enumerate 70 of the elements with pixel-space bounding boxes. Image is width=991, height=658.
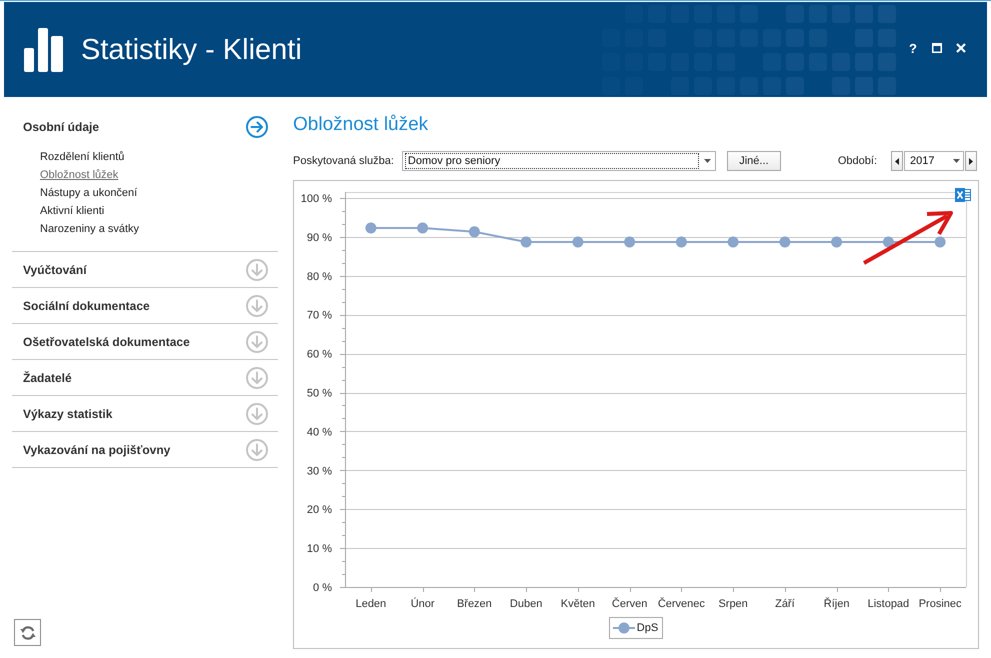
- spreadsheet-icon[interactable]: [955, 187, 971, 203]
- window-title: Statistiky - Klienti: [81, 32, 302, 68]
- y-tick-label: 30 %: [306, 465, 332, 478]
- data-point: [468, 226, 480, 238]
- x-tick-label: Srpen: [718, 598, 748, 610]
- x-tick-label: Prosinec: [918, 598, 962, 610]
- triangle-left-icon: [895, 158, 899, 164]
- x-tick-label: Duben: [510, 598, 542, 610]
- help-button[interactable]: ?: [903, 38, 923, 58]
- legend-marker-icon: [612, 622, 635, 634]
- legend-label: DpS: [636, 622, 658, 634]
- y-tick-label: 40 %: [306, 426, 332, 438]
- x-tick-label: Září: [775, 598, 795, 610]
- triangle-right-icon: [969, 158, 973, 164]
- period-label: Období:: [838, 155, 877, 167]
- data-point: [676, 236, 687, 248]
- section-title[interactable]: Osobní údaje: [23, 120, 100, 134]
- y-tick-label: 80 %: [306, 270, 332, 283]
- x-tick-label: Únor: [410, 598, 435, 610]
- y-tick-label: 90 %: [306, 232, 332, 244]
- arrow-right-circle-icon[interactable]: [246, 116, 268, 138]
- caret-icon: [704, 159, 712, 163]
- year-dropdown[interactable]: 2017: [904, 151, 964, 171]
- y-tick-label: 50 %: [306, 388, 332, 400]
- x-tick-label: Říjen: [824, 598, 850, 610]
- data-point: [831, 236, 842, 248]
- nav-link[interactable]: Obložnost lůžek: [40, 166, 118, 184]
- section-title[interactable]: Sociální dokumentace: [23, 298, 150, 312]
- other-options-button[interactable]: Jiné...: [726, 151, 781, 171]
- y-tick-label: 70 %: [306, 310, 332, 322]
- y-tick-label: 100 %: [300, 193, 332, 205]
- x-tick-label: Listopad: [868, 598, 910, 610]
- data-point: [520, 236, 532, 248]
- data-point: [934, 236, 946, 248]
- data-point: [882, 236, 894, 248]
- section-title[interactable]: Vykazování na pojišťovny: [23, 442, 170, 456]
- previous-button[interactable]: [891, 151, 903, 171]
- x-tick-label: Březen: [456, 598, 492, 610]
- y-tick-label: 60 %: [306, 348, 332, 361]
- data-point: [365, 222, 376, 234]
- bar-chart-icon: [24, 28, 63, 72]
- nav-link[interactable]: Aktivní klienti: [40, 202, 104, 220]
- section-title[interactable]: Vyúčtování: [23, 262, 87, 276]
- data-point: [624, 236, 636, 248]
- nav-link[interactable]: Nástupy a ukončení: [40, 184, 138, 202]
- service-label: Poskytovaná služba:: [293, 155, 394, 167]
- x-tick-label: Červenec: [658, 598, 705, 610]
- service-dropdown[interactable]: Domov pro seniory: [402, 151, 716, 171]
- y-tick-label: 10 %: [306, 543, 332, 556]
- x-tick-label: Červen: [612, 598, 648, 610]
- y-tick-label: 20 %: [306, 504, 332, 516]
- refresh-icon: [20, 624, 36, 640]
- data-point: [779, 236, 790, 248]
- nav-link[interactable]: Rozdělení klientů: [40, 148, 124, 166]
- caret-icon: [952, 159, 960, 163]
- section-title[interactable]: Výkazy statistik: [23, 406, 112, 420]
- data-point: [572, 236, 584, 248]
- close-icon: [956, 43, 966, 53]
- refresh-button[interactable]: [14, 619, 41, 646]
- report-title: Obložnost lůžek: [293, 113, 428, 137]
- nav-link[interactable]: Narozeniny a svátky: [40, 220, 140, 238]
- next-button[interactable]: [965, 151, 977, 171]
- x-tick-label: Květen: [560, 598, 595, 610]
- data-point: [728, 236, 739, 248]
- maximize-icon: [932, 43, 942, 53]
- section-title[interactable]: Ošetřovatelská dokumentace: [23, 334, 190, 348]
- x-tick-label: Leden: [356, 598, 386, 610]
- section-title[interactable]: Žadatelé: [23, 370, 72, 384]
- y-tick-label: 0 %: [313, 582, 332, 594]
- data-point: [417, 222, 428, 234]
